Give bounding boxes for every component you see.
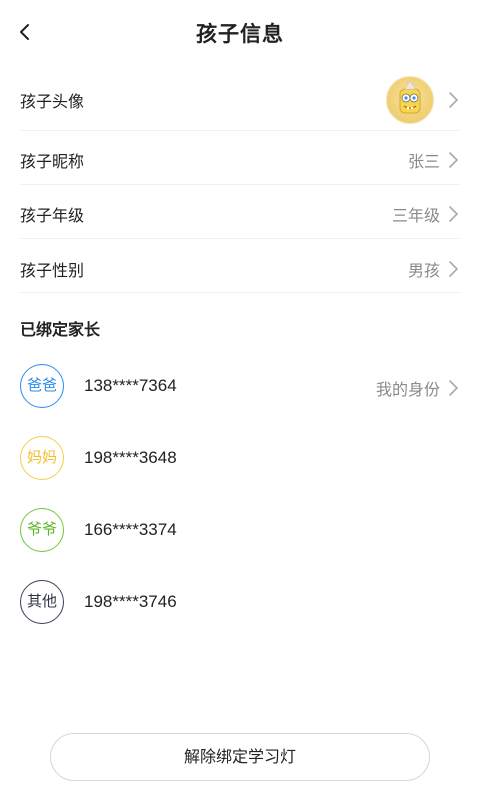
nickname-row[interactable]: 孩子昵称 张三 xyxy=(20,146,460,174)
parent-phone: 138****7364 xyxy=(84,376,177,395)
page-title: 孩子信息 xyxy=(196,22,284,46)
divider xyxy=(20,292,460,293)
header: 孩子信息 xyxy=(0,0,480,64)
role-badge-mom: 妈妈 xyxy=(20,436,64,480)
grade-row[interactable]: 孩子年级 三年级 xyxy=(20,200,460,228)
unbind-lamp-button[interactable]: 解除绑定学习灯 xyxy=(50,733,430,781)
nickname-value: 张三 xyxy=(407,152,440,171)
nickname-label: 孩子昵称 xyxy=(20,152,85,171)
gender-value: 男孩 xyxy=(407,261,440,280)
chevron-right-icon xyxy=(449,206,458,222)
chevron-right-icon xyxy=(449,152,458,168)
parent-phone: 166****3374 xyxy=(84,520,177,539)
chevron-right-icon xyxy=(449,92,458,108)
parent-row-other: 其他 198****3746 xyxy=(20,580,460,630)
role-badge-other: 其他 xyxy=(20,580,64,624)
divider xyxy=(20,130,460,131)
gender-row[interactable]: 孩子性别 男孩 xyxy=(20,255,460,283)
avatar xyxy=(386,76,434,124)
my-identity-link[interactable]: 我的身份 xyxy=(376,376,460,400)
my-identity-label: 我的身份 xyxy=(375,380,440,399)
parent-row-mom: 妈妈 198****3648 xyxy=(20,436,460,486)
role-badge-grandpa: 爷爷 xyxy=(20,508,64,552)
chevron-right-icon xyxy=(449,261,458,277)
divider xyxy=(20,238,460,239)
avatar-row[interactable]: 孩子头像 xyxy=(20,74,460,124)
grade-value: 三年级 xyxy=(391,206,440,225)
avatar-label: 孩子头像 xyxy=(20,92,85,111)
parent-row-grandpa: 爷爷 166****3374 xyxy=(20,508,460,558)
parent-phone: 198****3746 xyxy=(84,592,177,611)
chevron-right-icon xyxy=(449,380,458,396)
parent-row-dad: 爸爸 138****7364 我的身份 xyxy=(20,364,460,414)
gender-label: 孩子性别 xyxy=(20,261,85,280)
role-badge-dad: 爸爸 xyxy=(20,364,64,408)
divider xyxy=(20,184,460,185)
parent-phone: 198****3648 xyxy=(84,448,177,467)
grade-label: 孩子年级 xyxy=(20,206,85,225)
section-title-bound-parents: 已绑定家长 xyxy=(20,320,101,339)
